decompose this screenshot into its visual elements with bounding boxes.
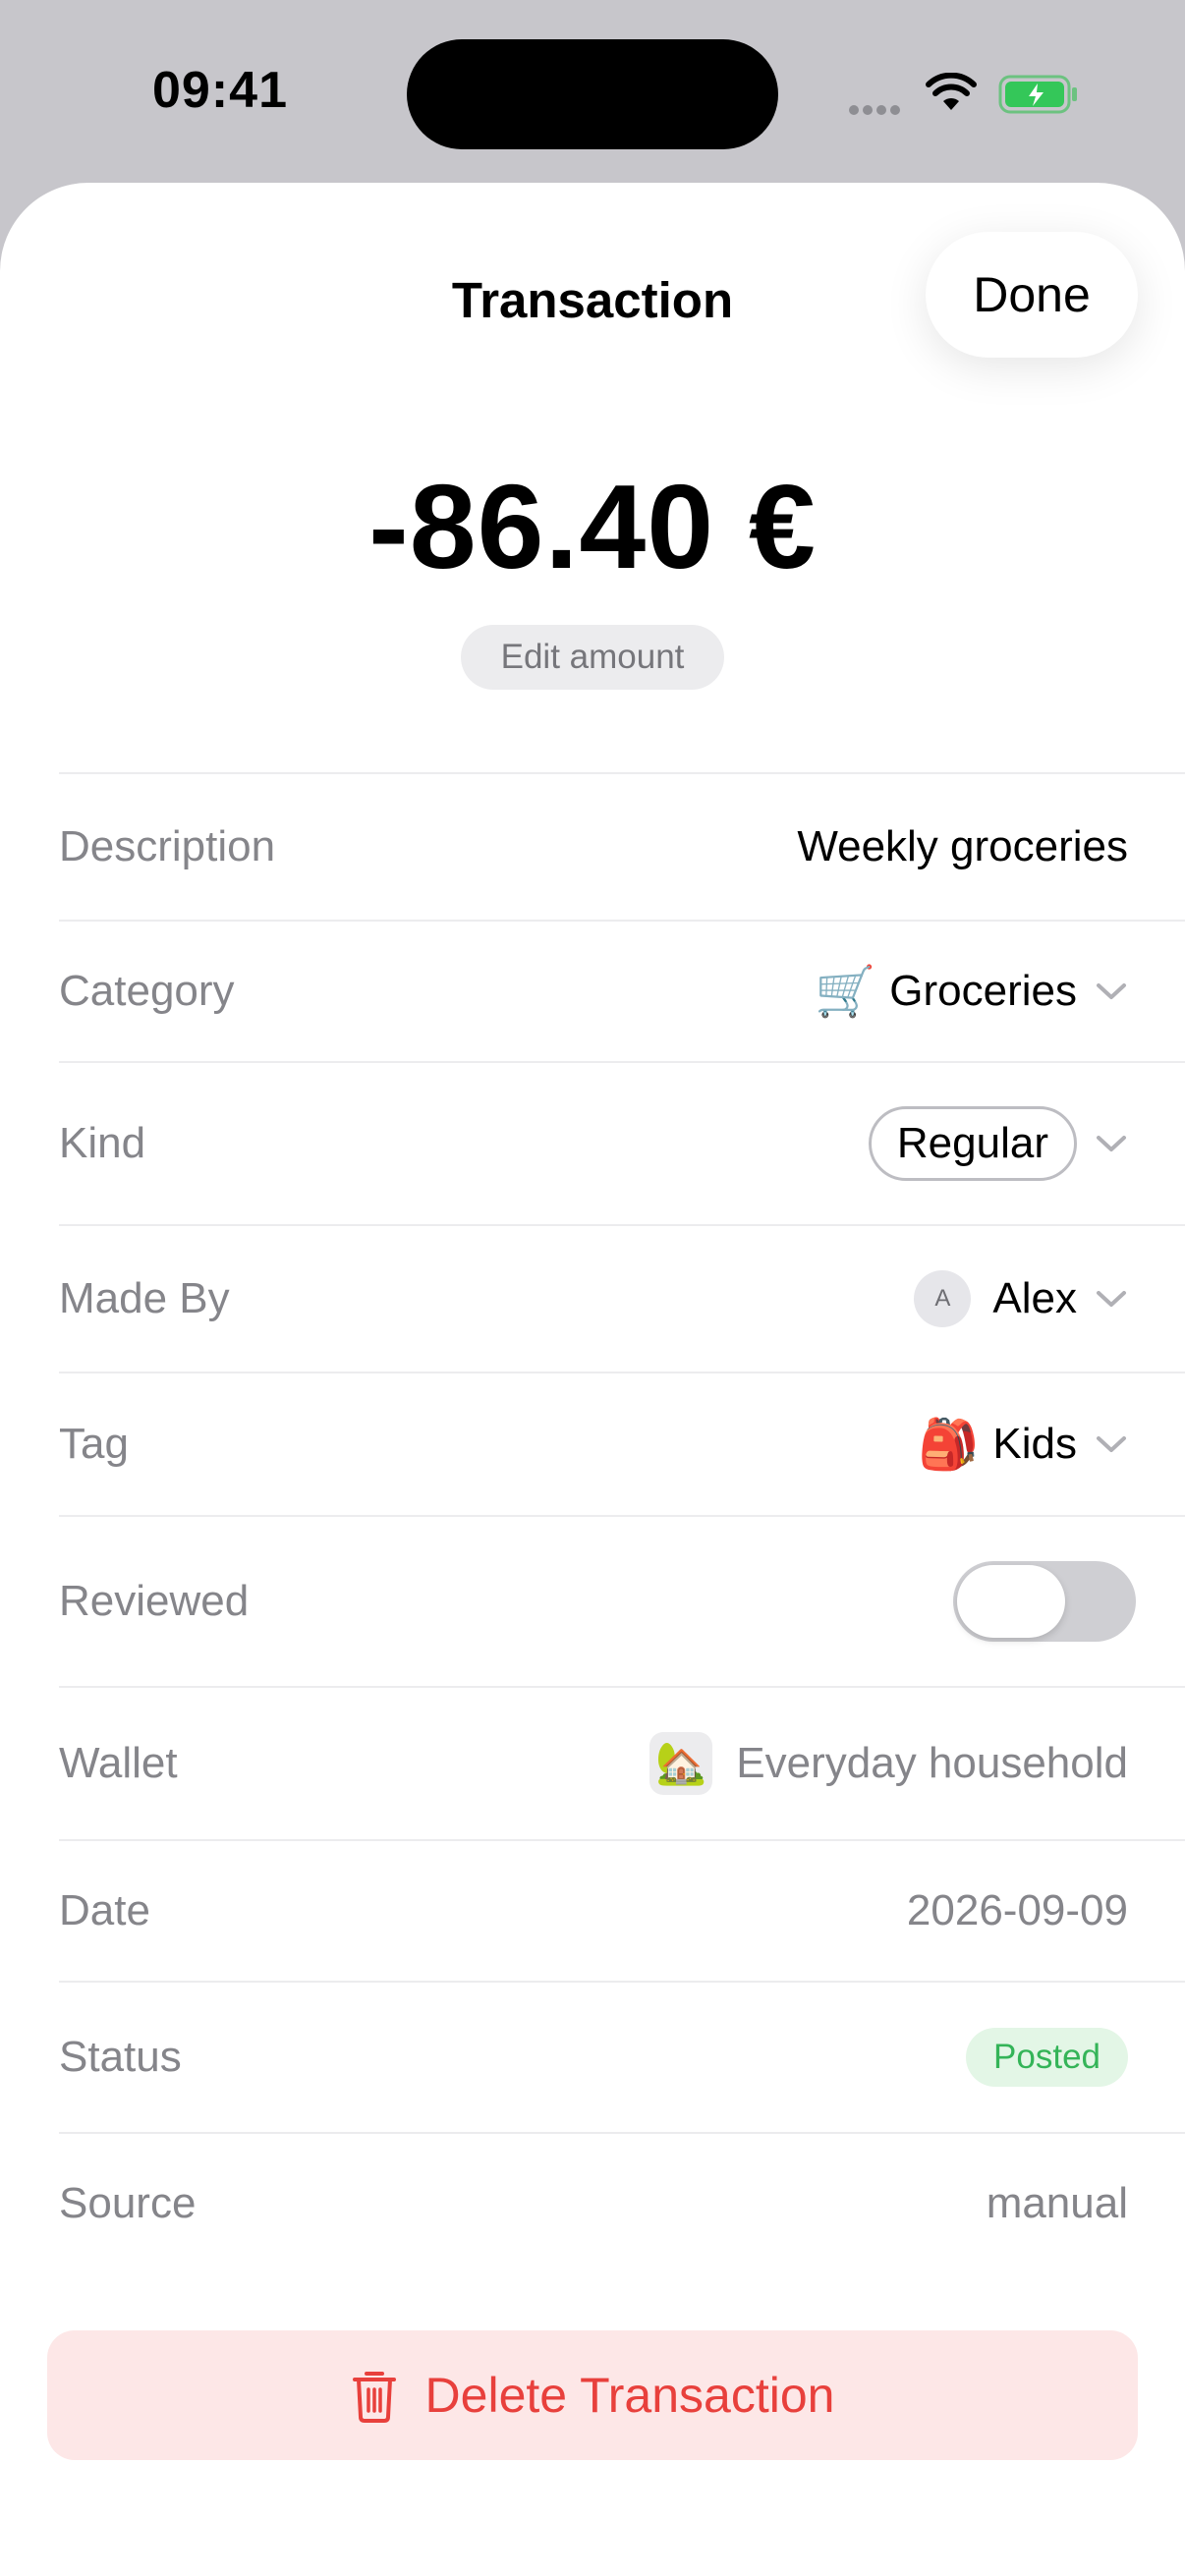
made-by-picker[interactable]: A Alex bbox=[914, 1270, 1185, 1327]
wallet-value: Everyday household bbox=[736, 1739, 1128, 1787]
description-label: Description bbox=[59, 822, 276, 870]
chevron-down-icon bbox=[1097, 1436, 1126, 1452]
delete-label: Delete Transaction bbox=[424, 2368, 835, 2423]
reviewed-row: Reviewed bbox=[59, 1515, 1185, 1686]
date-row: Date 2026-09-09 bbox=[59, 1839, 1185, 1981]
status-badge: Posted bbox=[966, 2028, 1128, 2087]
source-row: Source manual bbox=[59, 2132, 1185, 2273]
battery-charging-icon bbox=[998, 75, 1077, 114]
done-button[interactable]: Done bbox=[926, 232, 1138, 358]
tag-value: Kids bbox=[992, 1420, 1077, 1468]
chevron-down-icon bbox=[1097, 983, 1126, 999]
tag-label: Tag bbox=[59, 1420, 129, 1468]
source-label: Source bbox=[59, 2179, 197, 2227]
status-time: 09:41 bbox=[152, 62, 288, 119]
category-row[interactable]: Category 🛒 Groceries bbox=[59, 920, 1185, 1061]
delete-transaction-button[interactable]: Delete Transaction bbox=[47, 2330, 1138, 2460]
dynamic-island bbox=[407, 39, 778, 149]
wallet-label: Wallet bbox=[59, 1739, 178, 1787]
reviewed-toggle[interactable] bbox=[953, 1561, 1136, 1642]
shopping-cart-icon: 🛒 bbox=[815, 963, 876, 1019]
description-value[interactable]: Weekly groceries bbox=[797, 822, 1185, 871]
house-icon: 🏡 bbox=[649, 1732, 713, 1795]
chevron-down-icon bbox=[1097, 1136, 1126, 1151]
source-value: manual bbox=[986, 2179, 1128, 2227]
kind-label: Kind bbox=[59, 1119, 146, 1167]
date-value: 2026-09-09 bbox=[906, 1886, 1128, 1934]
status-bar: 09:41 bbox=[0, 0, 1185, 187]
made-by-row[interactable]: Made By A Alex bbox=[59, 1224, 1185, 1372]
date-label: Date bbox=[59, 1886, 150, 1934]
wifi-icon bbox=[926, 73, 977, 110]
trash-icon bbox=[352, 2372, 396, 2423]
toggle-knob bbox=[957, 1565, 1065, 1638]
amount-display: -86.40 € bbox=[368, 460, 817, 593]
made-by-label: Made By bbox=[59, 1274, 230, 1322]
wallet-row: Wallet 🏡 Everyday household bbox=[59, 1686, 1185, 1839]
avatar: A bbox=[914, 1270, 972, 1327]
transaction-sheet: Transaction Done -86.40 € Edit amount De… bbox=[0, 183, 1185, 2576]
kind-pill: Regular bbox=[868, 1106, 1077, 1181]
status-label: Status bbox=[59, 2033, 182, 2081]
category-label: Category bbox=[59, 967, 235, 1015]
cellular-signal-icon bbox=[849, 102, 904, 120]
category-value: Groceries bbox=[889, 967, 1077, 1015]
description-row[interactable]: Description Weekly groceries bbox=[59, 772, 1185, 920]
chevron-down-icon bbox=[1097, 1291, 1126, 1307]
kind-picker[interactable]: Regular bbox=[868, 1106, 1185, 1181]
category-picker[interactable]: 🛒 Groceries bbox=[815, 963, 1185, 1021]
status-row: Status Posted bbox=[59, 1981, 1185, 2132]
tag-picker[interactable]: 🎒 Kids bbox=[918, 1416, 1185, 1474]
tag-row[interactable]: Tag 🎒 Kids bbox=[59, 1372, 1185, 1515]
edit-amount-button[interactable]: Edit amount bbox=[461, 625, 724, 690]
made-by-value: Alex bbox=[992, 1274, 1077, 1322]
backpack-icon: 🎒 bbox=[918, 1416, 980, 1472]
reviewed-label: Reviewed bbox=[59, 1577, 250, 1625]
kind-row[interactable]: Kind Regular bbox=[59, 1061, 1185, 1224]
